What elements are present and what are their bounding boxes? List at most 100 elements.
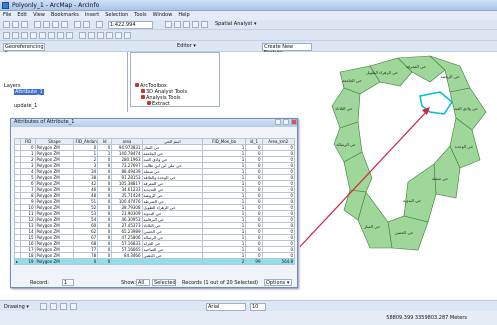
standard-toolbar: 1:422,994 Spatial Analyst ▾ — [0, 20, 497, 30]
save-icon[interactable] — [21, 21, 28, 28]
fixed-zoom-in-icon[interactable] — [21, 32, 28, 39]
menu-insert[interactable]: Insert — [82, 11, 102, 19]
status-bar: 58809.399 3359803.287 Meters — [0, 311, 497, 325]
editor-menu[interactable]: Editor ▾ — [176, 43, 200, 51]
rotate-icon[interactable] — [50, 303, 57, 310]
back-extent-icon[interactable] — [57, 32, 64, 39]
close-icon[interactable] — [291, 119, 297, 125]
catalog-icon[interactable] — [183, 21, 190, 28]
select-elements-icon[interactable] — [88, 32, 95, 39]
menu-file[interactable]: File — [0, 11, 14, 19]
table-cell: 99 — [245, 258, 263, 265]
editor-toolbar-icon[interactable] — [165, 21, 172, 28]
show-selected-button[interactable]: Selected — [152, 279, 176, 286]
map-label: حي الجامعة — [342, 78, 362, 83]
copy-icon[interactable] — [52, 21, 59, 28]
add-data-icon[interactable] — [96, 21, 103, 28]
help-icon[interactable] — [201, 21, 208, 28]
table-cell: 0 — [73, 258, 99, 265]
spatial-analyst-menu[interactable]: Spatial Analyst ▾ — [214, 21, 264, 29]
window-title: Polyonly_1 - ArcMap - ArcInfo — [12, 2, 100, 9]
record-bar: Record: 1 Show: All Selected Records (1 … — [14, 278, 295, 287]
arctoolbox-panel: ArcToolbox 3D Analyst Tools Analysis Too… — [130, 52, 220, 107]
paste-icon[interactable] — [61, 21, 68, 28]
table-cell: 2 — [202, 258, 247, 265]
redo-icon[interactable] — [83, 21, 90, 28]
zoom-in-icon[interactable] — [3, 32, 10, 39]
font-size-select[interactable]: 10 — [250, 303, 266, 311]
open-icon[interactable] — [12, 21, 19, 28]
measure-icon[interactable] — [115, 32, 122, 39]
show-all-button[interactable]: All — [136, 279, 150, 286]
select-features-icon[interactable] — [79, 32, 86, 39]
map-label: حي الروضة — [440, 74, 460, 79]
record-field[interactable]: 1 — [62, 279, 74, 286]
column-header[interactable]: FID_Ahdane — [73, 138, 99, 145]
zoom-out-icon[interactable] — [12, 32, 19, 39]
table-cell: 19 — [20, 258, 36, 265]
drawing-toolbar: Drawing ▾ Arial 10 — [0, 300, 497, 311]
map-label: حي الحسن — [395, 230, 414, 235]
attributes-title: Attributes of Attribute_1 — [11, 119, 297, 127]
fixed-zoom-out-icon[interactable] — [30, 32, 37, 39]
minimize-icon[interactable] — [275, 119, 281, 125]
drawing-menu[interactable]: Drawing ▾ — [4, 304, 29, 310]
map-label: حي البدوية — [403, 198, 421, 203]
identify-icon[interactable] — [192, 21, 199, 28]
table-cell — [111, 258, 143, 265]
target-field[interactable]: Create New Feature — [262, 43, 312, 56]
tools-toolbar — [0, 31, 497, 41]
toolbox-item[interactable]: Extract — [147, 101, 170, 107]
toolbox-icon — [141, 89, 145, 93]
scale-field[interactable]: 1:422,994 — [108, 21, 153, 29]
cut-icon[interactable] — [43, 21, 50, 28]
neighborhood-polygon[interactable] — [403, 163, 437, 223]
polygon-layer — [331, 55, 487, 251]
full-extent-icon[interactable] — [48, 32, 55, 39]
arctoolbox-icon[interactable] — [174, 21, 181, 28]
menu-bookmarks[interactable]: Bookmarks — [48, 11, 82, 19]
new-icon[interactable] — [3, 21, 10, 28]
georeferencing-menu[interactable]: Georeferencing ▾ — [3, 43, 45, 56]
pointer-icon[interactable] — [40, 303, 47, 310]
toolbox-label: Extract — [152, 101, 170, 107]
print-icon[interactable] — [34, 21, 41, 28]
arcmap-logo-icon — [2, 2, 9, 9]
table-cell — [141, 258, 204, 265]
menu-edit[interactable]: Edit — [14, 11, 30, 19]
map-label: حي وادي العبد — [454, 106, 478, 111]
map-label: حي شملة — [432, 176, 449, 181]
rectangle-icon[interactable] — [60, 303, 67, 310]
toolbox-icon — [135, 83, 139, 87]
neighborhood-map[interactable]: حي الجامعة حي الزهراء الطويل حي المعرفة حي … — [300, 52, 490, 300]
menu-tools[interactable]: Tools — [131, 11, 149, 19]
map-label: حي الثلاثاء — [335, 106, 353, 111]
find-icon[interactable] — [106, 32, 113, 39]
map-display[interactable]: Layers Attribute_1 update_1 ArcToolbox 3… — [0, 52, 497, 300]
table-cell: Polygon ZM — [34, 258, 75, 265]
toc-layer-update[interactable]: update_1 — [14, 103, 37, 109]
text-icon[interactable] — [70, 303, 77, 310]
table-of-contents: Layers Attribute_1 update_1 — [0, 52, 128, 112]
toc-layer-selected[interactable]: Attribute_1 — [14, 89, 44, 95]
pan-icon[interactable] — [39, 32, 46, 39]
options-button[interactable]: Options ▾ — [264, 279, 292, 286]
table-row[interactable]: ▸ 19 Polygon ZM 0 0 2 99 564.8 — [13, 258, 295, 265]
map-label: حي الوحدة — [455, 144, 474, 149]
forward-extent-icon[interactable] — [66, 32, 73, 39]
menu-view[interactable]: View — [30, 11, 48, 19]
map-label: حي المنار — [363, 224, 381, 229]
undo-icon[interactable] — [74, 21, 81, 28]
toolbox-icon — [141, 95, 145, 99]
editor-toolbar: Georeferencing ▾ Editor ▾ Create New Fea… — [0, 42, 497, 56]
show-label: Show: — [121, 280, 136, 286]
toolbox-icon — [147, 101, 151, 105]
info-icon[interactable] — [97, 32, 104, 39]
maximize-icon[interactable] — [283, 119, 289, 125]
menu-help[interactable]: Help — [175, 11, 192, 19]
font-select[interactable]: Arial — [206, 303, 246, 311]
attributes-window: Attributes of Attribute_1 FID Shape FID_Ah… — [10, 118, 298, 288]
hyperlink-icon[interactable] — [124, 32, 131, 39]
menu-window[interactable]: Window — [150, 11, 176, 19]
menu-selection[interactable]: Selection — [102, 11, 131, 19]
